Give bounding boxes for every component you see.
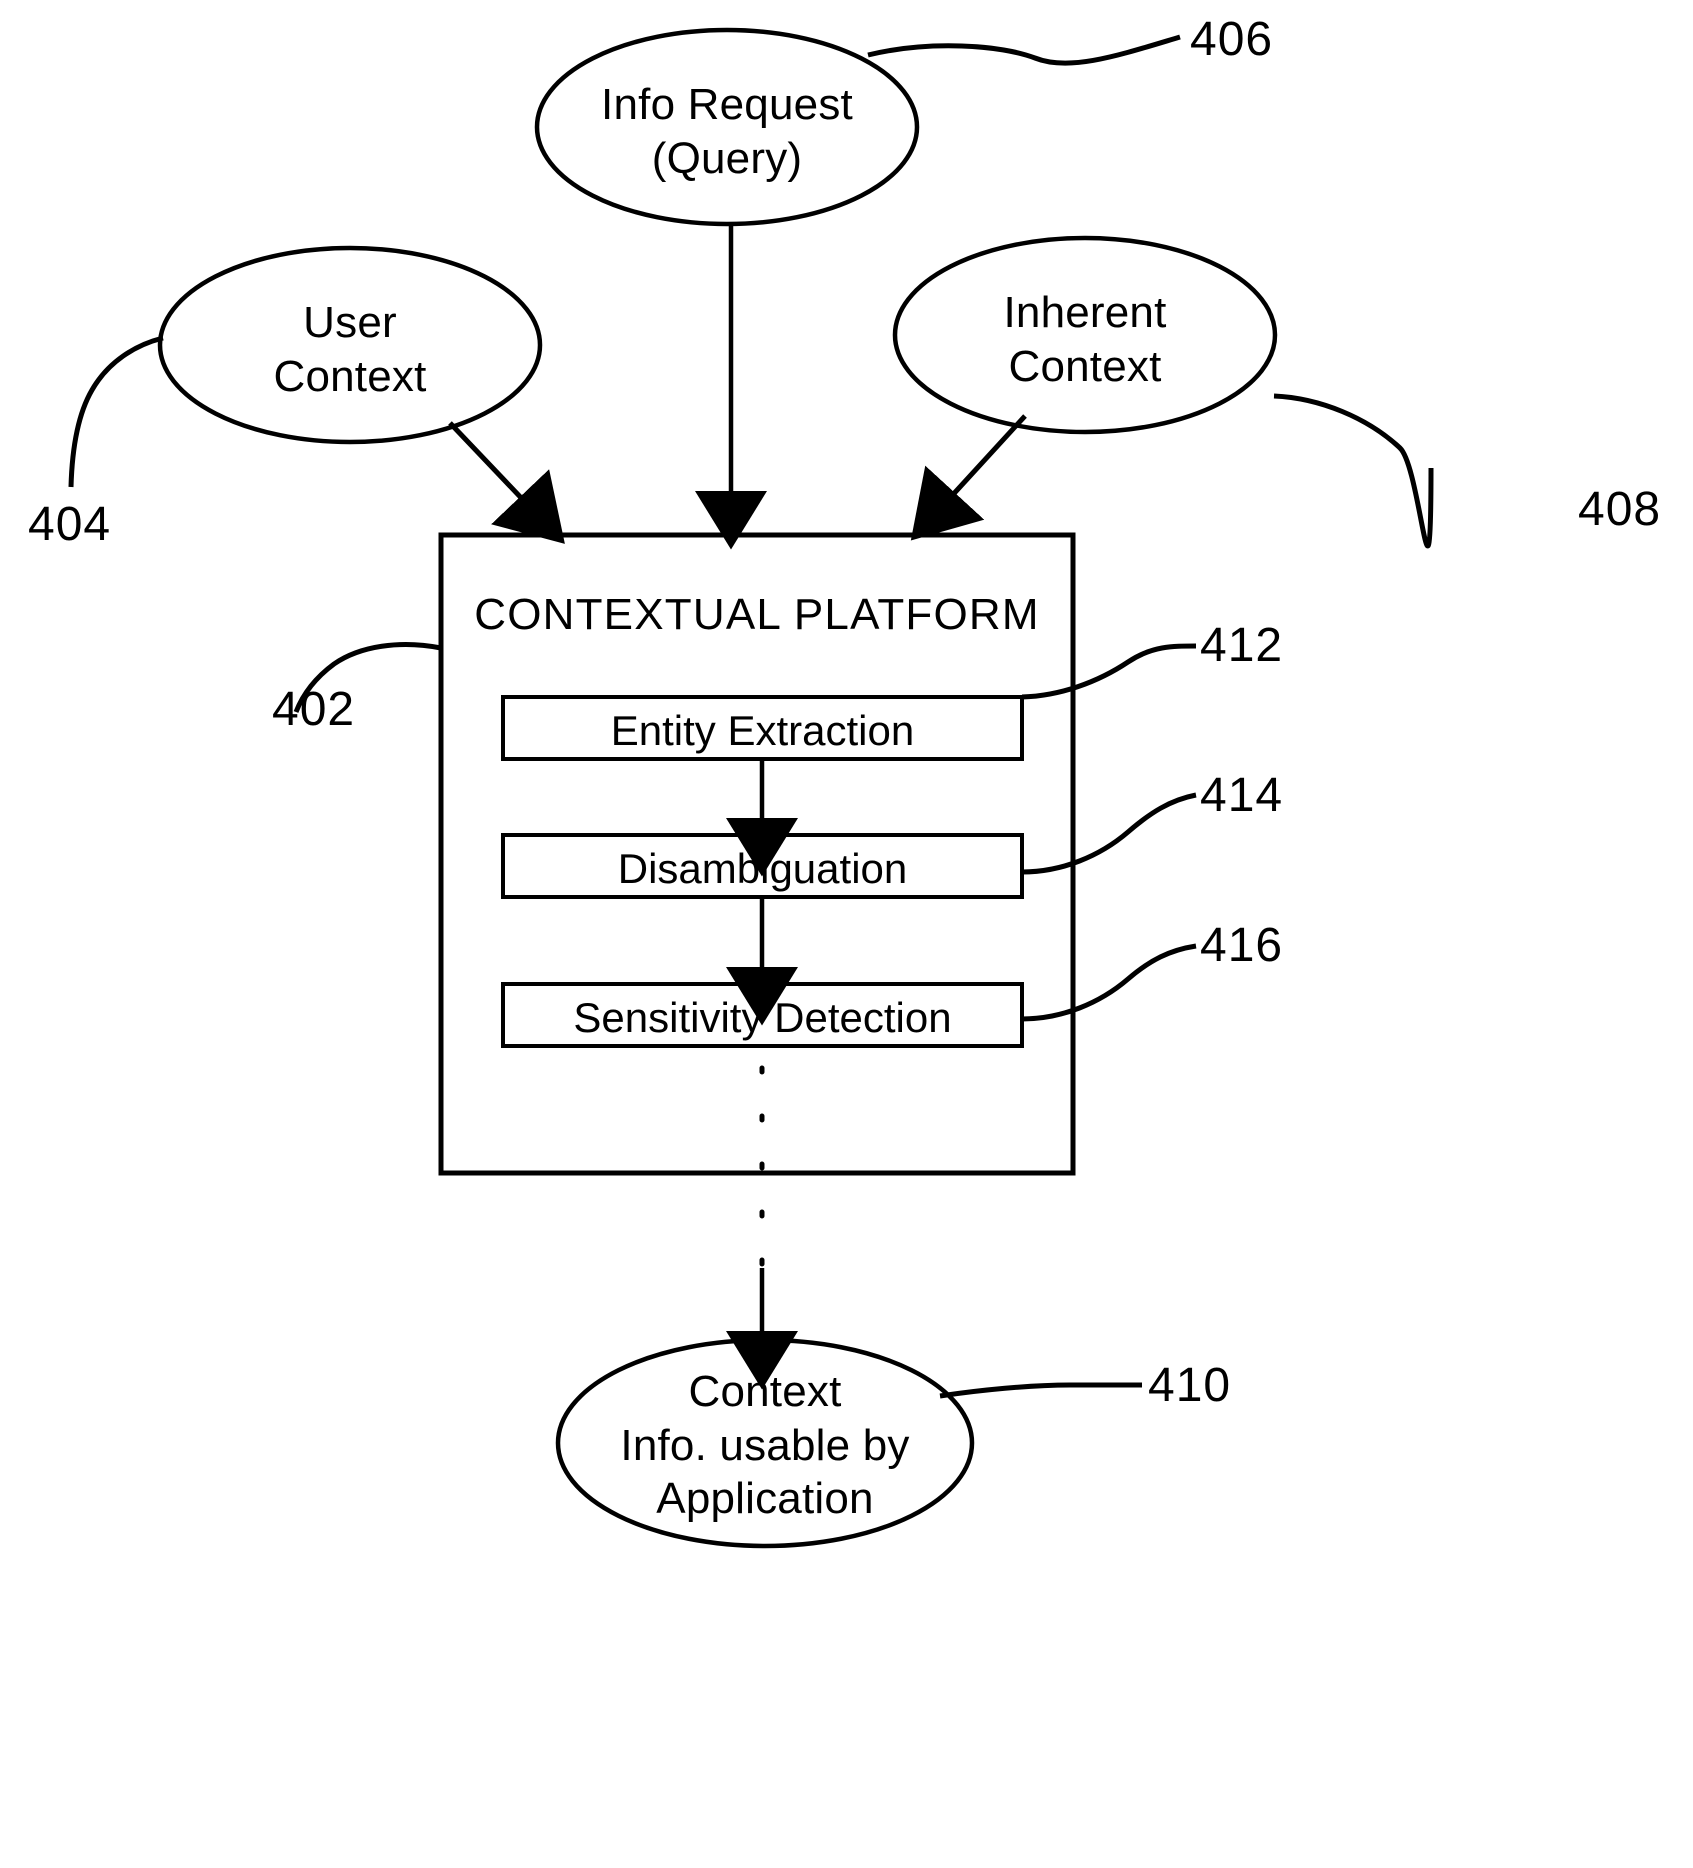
inherent-context-ellipse bbox=[892, 235, 1278, 435]
ref-numeral-406: 406 bbox=[1190, 13, 1274, 66]
arrow-inherent-context-to-platform bbox=[910, 414, 1027, 541]
ref-numeral-404: 404 bbox=[28, 498, 112, 551]
stage-label-disambiguation: Disambiguation bbox=[617, 845, 908, 892]
ref-numeral-410: 410 bbox=[1148, 1359, 1232, 1412]
stage-box-sensitivity-detection bbox=[501, 982, 1024, 1048]
info-request-ellipse bbox=[534, 27, 920, 227]
contextual-platform-box bbox=[438, 532, 1076, 1176]
ref-numeral-414: 414 bbox=[1200, 769, 1284, 822]
ref-numeral-412: 412 bbox=[1200, 619, 1284, 672]
stage-box-entity-extraction bbox=[501, 695, 1024, 761]
output-ellipse bbox=[555, 1337, 975, 1549]
stage-box-disambiguation bbox=[501, 833, 1024, 899]
leader-line-406 bbox=[867, 34, 1181, 66]
leader-line-412 bbox=[1021, 643, 1197, 700]
diagram-vector-layer bbox=[68, 27, 1434, 1549]
leader-line-414 bbox=[1021, 792, 1197, 875]
stage-label-sensitivity-detection: Sensitivity Detection bbox=[573, 994, 952, 1041]
stage-label-entity-extraction: Entity Extraction bbox=[610, 707, 915, 754]
inherent-context-label: Inherent Context bbox=[1003, 288, 1167, 391]
leader-line-404 bbox=[68, 335, 164, 488]
arrow-user-context-to-platform bbox=[448, 421, 565, 544]
user-context-ellipse bbox=[157, 245, 543, 445]
leader-line-410 bbox=[939, 1382, 1142, 1399]
info-request-label: Info Request (Query) bbox=[601, 80, 853, 183]
output-label: Context Info. usable by Application bbox=[620, 1367, 910, 1524]
leader-line-416 bbox=[1021, 943, 1197, 1022]
user-context-label: User Context bbox=[273, 298, 427, 401]
ref-numeral-408: 408 bbox=[1578, 483, 1662, 536]
ref-numeral-416: 416 bbox=[1200, 919, 1284, 972]
ref-numeral-402: 402 bbox=[272, 683, 356, 736]
leader-line-408 bbox=[1273, 393, 1434, 549]
patent-figure: Info Request (Query) User Context Inhere… bbox=[0, 0, 1693, 1868]
contextual-platform-title: CONTEXTUAL PLATFORM bbox=[474, 590, 1040, 639]
